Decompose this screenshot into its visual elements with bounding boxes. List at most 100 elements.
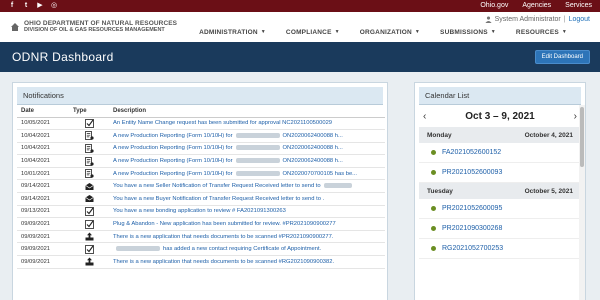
chevron-right-icon[interactable]: › [574, 111, 577, 122]
calendar-item[interactable]: PR2021090300268 [419, 219, 581, 239]
row-date: 10/04/2021 [17, 142, 69, 156]
calendar-item[interactable]: FA2021052600152 [419, 143, 581, 163]
form-icon [84, 169, 94, 179]
table-row[interactable]: 09/14/2021 You have a new Seller Notifica… [17, 179, 385, 194]
day-name: Monday [427, 131, 452, 139]
row-description-link[interactable]: There is a new application that needs do… [109, 230, 385, 244]
nav-label: SUBMISSIONS [440, 28, 488, 36]
ohio-gov-link[interactable]: Ohio.gov [480, 0, 508, 12]
row-description-link[interactable]: has added a new contact requiring Certif… [109, 242, 385, 257]
row-description-link[interactable]: A new Production Reporting (Form 10/10H)… [109, 129, 385, 143]
row-type [69, 205, 109, 219]
table-row[interactable]: 09/09/2021 Plug & Abandon - New applicati… [17, 217, 385, 231]
scrollbar-thumb[interactable] [580, 107, 584, 167]
user-name[interactable]: System Administrator [495, 16, 561, 23]
description-text: You have a new Seller Notification of Tr… [113, 183, 321, 190]
calendar-item-label: PR2021090300268 [442, 225, 503, 232]
status-dot-icon [431, 246, 436, 251]
row-date: 09/09/2021 [17, 242, 69, 257]
row-type [69, 179, 109, 194]
calendar-panel: Calendar List ‹ Oct 3 – 9, 2021 › Monday… [414, 82, 586, 300]
row-description-link[interactable]: A new Production Reporting (Form 10/10H)… [109, 167, 385, 181]
logout-link[interactable]: Logout [569, 16, 590, 23]
table-row[interactable]: 09/13/2021 You have a new bonding applica… [17, 205, 385, 219]
table-row[interactable]: 09/09/2021 There is a new application tha… [17, 230, 385, 244]
column-type[interactable]: Type [69, 105, 109, 118]
page-title: ODNR Dashboard [12, 50, 114, 64]
redacted-name [235, 170, 280, 176]
user-menu: System Administrator | Logout [485, 16, 590, 23]
row-date: 09/09/2021 [17, 255, 69, 269]
table-row[interactable]: 09/14/2021 You have a new Buyer Notificat… [17, 192, 385, 206]
column-description[interactable]: Description [109, 105, 385, 118]
logo-title: OHIO DEPARTMENT OF NATURAL RESOURCES [24, 20, 178, 27]
table-row[interactable]: 09/09/2021 There is a new application tha… [17, 255, 385, 269]
edit-dashboard-button[interactable]: Edit Dashboard [534, 50, 590, 64]
nav-compliance[interactable]: COMPLIANCE ▼ [286, 29, 340, 36]
upload-icon [85, 232, 94, 241]
row-description-link[interactable]: There is a new application that needs do… [109, 255, 385, 269]
day-name: Tuesday [427, 187, 453, 195]
calendar-heading: Calendar List [419, 87, 581, 105]
description-text: A new Production Reporting (Form 10/10H)… [113, 132, 233, 139]
week-title: Oct 3 – 9, 2021 [465, 110, 535, 122]
form-icon [84, 156, 94, 166]
utility-links: Ohio.gov Agencies Services [480, 0, 592, 12]
nav-organization[interactable]: ORGANIZATION ▼ [360, 29, 420, 36]
row-description-link[interactable]: An Entity Name Change request has been s… [109, 117, 385, 131]
chevron-left-icon[interactable]: ‹ [423, 111, 426, 122]
calendar-item-label: FA2021052600152 [442, 149, 502, 156]
check-icon [84, 207, 94, 216]
row-date: 10/05/2021 [17, 117, 69, 131]
table-row[interactable]: 10/04/2021 A new Production Reporting (Fo… [17, 154, 385, 168]
row-description-link[interactable]: A new Production Reporting (Form 10/10H)… [109, 154, 385, 168]
row-description-link[interactable]: A new Production Reporting (Form 10/10H)… [109, 142, 385, 156]
day-header: Tuesday October 5, 2021 [419, 183, 581, 199]
calendar-item[interactable]: PR2021052600095 [419, 199, 581, 219]
chevron-down-icon: ▼ [334, 29, 340, 35]
table-row[interactable]: 10/04/2021 A new Production Reporting (Fo… [17, 129, 385, 143]
row-type [69, 242, 109, 257]
logo-subtitle: DIVISION OF OIL & GAS RESOURCES MANAGEME… [24, 27, 165, 33]
calendar-item[interactable]: PR2021052600093 [419, 163, 581, 183]
facebook-icon[interactable]: f [8, 2, 16, 10]
day-date: October 4, 2021 [524, 131, 573, 139]
column-date[interactable]: Date [17, 105, 69, 118]
services-link[interactable]: Services [565, 0, 592, 12]
scrollbar[interactable] [579, 105, 585, 300]
description-text: ON2020062400088 h... [282, 132, 343, 139]
table-row[interactable]: 09/09/2021 has added a new contact requir… [17, 242, 385, 257]
row-type [69, 154, 109, 168]
day-header: Monday October 4, 2021 [419, 127, 581, 143]
instagram-icon[interactable]: ◎ [50, 2, 58, 10]
redacted-name [323, 183, 352, 189]
status-dot-icon [431, 150, 436, 155]
table-row[interactable]: 10/05/2021 An Entity Name Change request … [17, 117, 385, 131]
description-text: There is a new application that needs do… [113, 233, 334, 240]
main-nav: ADMINISTRATION ▼ COMPLIANCE ▼ ORGANIZATION… [199, 29, 567, 36]
youtube-icon[interactable]: ▶ [36, 2, 44, 10]
row-date: 10/01/2021 [17, 167, 69, 181]
row-description-link[interactable]: You have a new Buyer Notification of Tra… [109, 192, 385, 206]
chevron-down-icon: ▼ [414, 29, 421, 35]
nav-resources[interactable]: RESOURCES ▼ [516, 29, 567, 36]
row-description-link[interactable]: Plug & Abandon - New application has bee… [109, 217, 385, 231]
row-type [69, 192, 109, 206]
agencies-link[interactable]: Agencies [522, 0, 551, 12]
notifications-table: Date Type Description 10/05/2021 An Entit… [17, 105, 385, 269]
odnr-logo[interactable]: OHIO DEPARTMENT OF NATURAL RESOURCES DIV… [10, 20, 177, 34]
twitter-icon[interactable]: t [22, 2, 30, 10]
row-type [69, 117, 109, 131]
status-dot-icon [431, 170, 436, 175]
table-row[interactable]: 10/04/2021 A new Production Reporting (Fo… [17, 142, 385, 156]
row-type [69, 255, 109, 269]
nav-label: ADMINISTRATION [199, 28, 258, 36]
nav-submissions[interactable]: SUBMISSIONS ▼ [440, 29, 496, 36]
user-icon [485, 16, 492, 23]
row-description-link[interactable]: You have a new Seller Notification of Tr… [109, 179, 385, 194]
table-row[interactable]: 10/01/2021 A new Production Reporting (Fo… [17, 167, 385, 181]
calendar-item[interactable]: RG2021052700253 [419, 239, 581, 259]
envelope-icon [85, 194, 94, 203]
nav-administration[interactable]: ADMINISTRATION ▼ [199, 29, 266, 36]
row-description-link[interactable]: You have a new bonding application to re… [109, 205, 385, 219]
